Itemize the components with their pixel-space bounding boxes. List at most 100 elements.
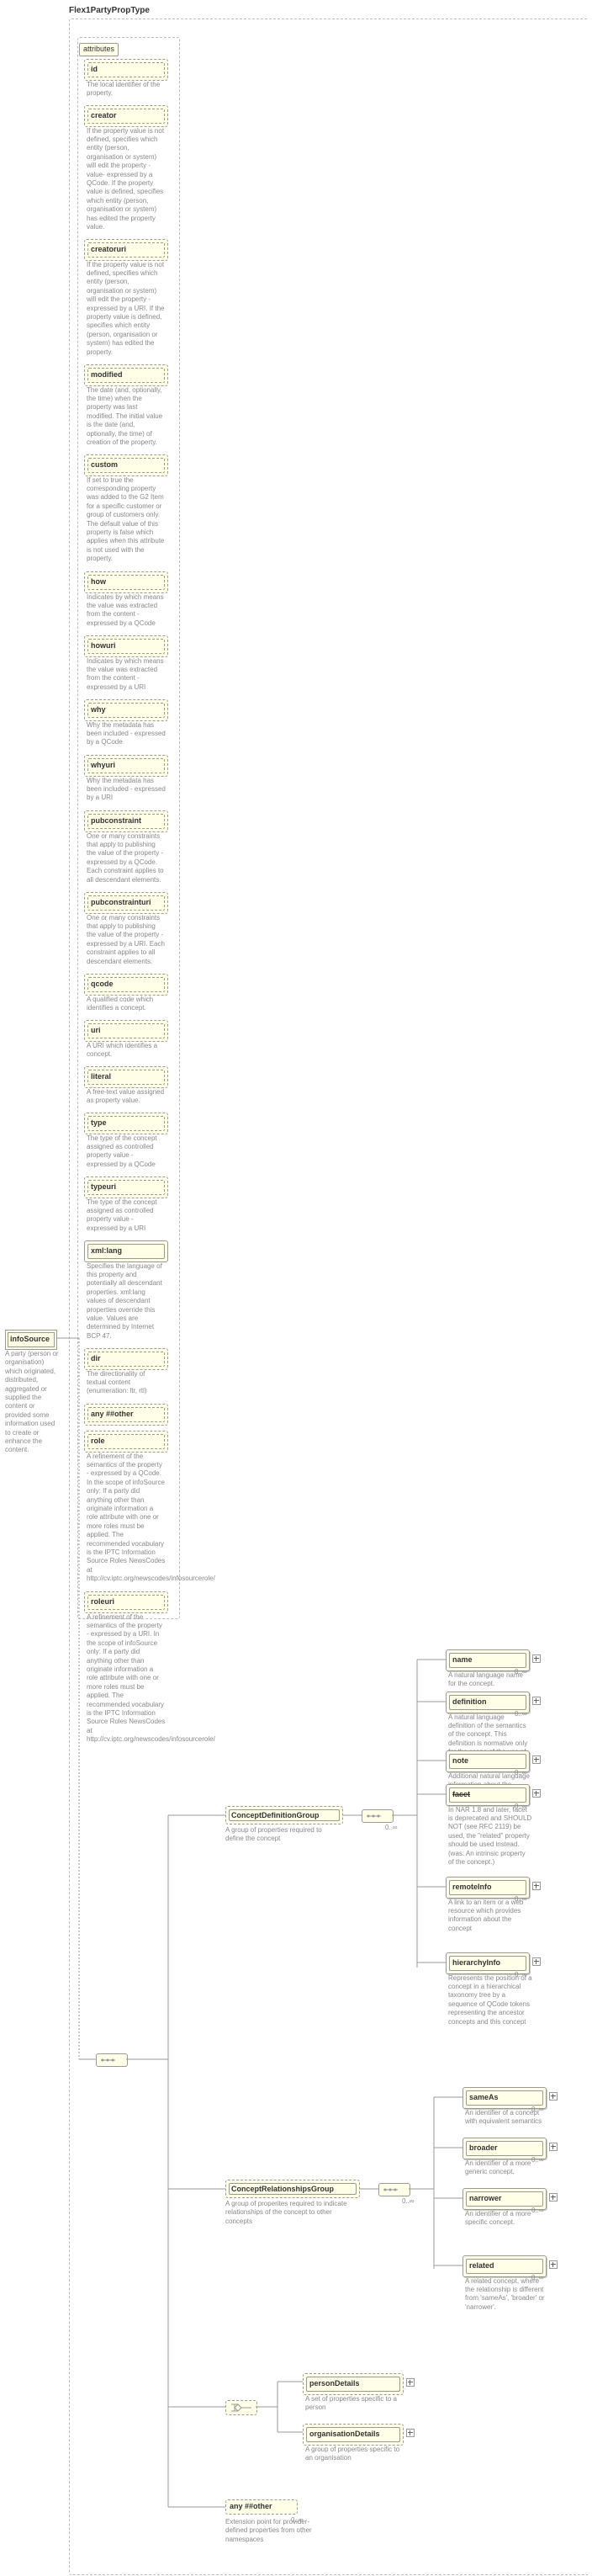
cdg-child-facet[interactable]: facetIn NAR 1.8 and later, facet is depr… bbox=[446, 1784, 530, 1869]
crg-child-related[interactable]: relatedA related concept, where the rela… bbox=[462, 2255, 547, 2314]
attr-desc: One or many constraints that apply to pu… bbox=[84, 914, 168, 969]
choice-persondetails[interactable]: personDetailsA set of properties specifi… bbox=[303, 2373, 404, 2414]
expand-icon[interactable] bbox=[549, 2143, 558, 2151]
cdg-child-remoteinfo[interactable]: remoteInfoA link to an item or a web res… bbox=[446, 1877, 530, 1936]
child-label: narrower bbox=[466, 2191, 543, 2207]
concept-relationships-group[interactable]: ConceptRelationshipsGroup bbox=[225, 2180, 360, 2198]
attr-any-other[interactable]: any ##other bbox=[84, 1404, 168, 1426]
attr-dir[interactable]: dirThe directionality of textual content… bbox=[84, 1348, 168, 1399]
any-other-desc: Extension point for provider-defined pro… bbox=[225, 2518, 318, 2544]
attributes-label: attributes bbox=[79, 43, 119, 56]
sequence-icon bbox=[378, 2183, 410, 2196]
expand-icon[interactable] bbox=[532, 1957, 541, 1966]
expand-icon[interactable] bbox=[406, 2429, 415, 2437]
attr-desc: A URI which identifies a concept. bbox=[84, 1042, 168, 1062]
attr-desc: The type of the concept assigned as cont… bbox=[84, 1134, 168, 1172]
attr-qcode[interactable]: qcodeA qualified code which identifies a… bbox=[84, 974, 168, 1015]
expand-icon[interactable] bbox=[532, 1654, 541, 1663]
expand-icon[interactable] bbox=[549, 2092, 558, 2101]
choice-desc: A group of properties specific to an org… bbox=[303, 2446, 409, 2466]
child-desc: Represents the position of a concept in … bbox=[446, 1974, 535, 2029]
attr-desc: A free-text value assigned as property v… bbox=[84, 1088, 168, 1108]
child-label: sameAs bbox=[466, 2090, 543, 2106]
cdg-label: ConceptDefinitionGroup bbox=[231, 1811, 320, 1821]
expand-icon[interactable] bbox=[406, 2378, 415, 2387]
attr-label: custom bbox=[87, 458, 165, 473]
attr-label: any ##other bbox=[87, 1407, 165, 1422]
attr-label: creatoruri bbox=[87, 242, 165, 258]
root-element[interactable]: infoSource bbox=[5, 1330, 57, 1350]
attr-literal[interactable]: literal A free-text value assigned as pro… bbox=[84, 1066, 168, 1107]
attr-roleuri[interactable]: roleuriA refinement of the semantics of … bbox=[84, 1591, 168, 1747]
type-title: Flex1PartyPropType bbox=[69, 5, 150, 16]
cardinality: 0..∞ bbox=[531, 2207, 544, 2215]
attr-xml-lang[interactable]: xml:lang Specifies the language of this p… bbox=[84, 1240, 168, 1343]
cdg-desc: A group of properties required to define… bbox=[225, 1826, 340, 1844]
cardinality: 0..∞ bbox=[385, 1824, 398, 1832]
expand-icon[interactable] bbox=[549, 2260, 558, 2269]
attr-label: xml:lang bbox=[87, 1244, 165, 1259]
choice-organisationdetails[interactable]: organisationDetailsA group of properties… bbox=[303, 2424, 404, 2465]
attr-desc: A qualified code which identifies a conc… bbox=[84, 996, 168, 1016]
attr-why[interactable]: why Why the metadata has been included - … bbox=[84, 699, 168, 750]
child-label: note bbox=[449, 1754, 526, 1769]
attr-desc: If the property value is not defined, sp… bbox=[84, 127, 168, 235]
cdg-child-hierarchyinfo[interactable]: hierarchyInfoRepresents the position of … bbox=[446, 1952, 530, 2029]
attr-typeuri[interactable]: typeuriThe type of the concept assigned … bbox=[84, 1176, 168, 1235]
attr-desc: Specifies the language of this property … bbox=[84, 1262, 168, 1344]
attr-label: literal bbox=[87, 1070, 165, 1085]
concept-definition-group[interactable]: ConceptDefinitionGroup bbox=[225, 1806, 343, 1824]
sequence-icon bbox=[96, 2053, 128, 2067]
attr-desc: A refinement of the semantics of the pro… bbox=[84, 1613, 168, 1747]
attr-label: dir bbox=[87, 1352, 165, 1367]
attr-howuri[interactable]: howuri Indicates by which means the value… bbox=[84, 635, 168, 694]
expand-icon[interactable] bbox=[532, 1755, 541, 1764]
attr-type[interactable]: type The type of the concept assigned as … bbox=[84, 1113, 168, 1171]
root-element-desc: A party (person or organisation) which o… bbox=[5, 1350, 62, 1455]
attr-label: pubconstrainturi bbox=[87, 895, 165, 911]
attr-label: howuri bbox=[87, 639, 165, 654]
cardinality: 0..∞ bbox=[515, 1803, 527, 1811]
attr-how[interactable]: how Indicates by which means the value wa… bbox=[84, 571, 168, 630]
cardinality: 0..∞ bbox=[515, 1971, 527, 1979]
crg-desc: A group of properites required to indica… bbox=[225, 2200, 357, 2226]
attr-desc: Why the metadata has been included - exp… bbox=[84, 721, 168, 750]
attr-desc: Why the metadata has been included - exp… bbox=[84, 777, 168, 805]
expand-icon[interactable] bbox=[532, 1789, 541, 1798]
attr-label: role bbox=[87, 1434, 165, 1449]
attr-uri[interactable]: uriA URI which identifies a concept. bbox=[84, 1020, 168, 1061]
attr-pubconstrainturi[interactable]: pubconstrainturi One or many constraints … bbox=[84, 892, 168, 969]
child-label: definition bbox=[449, 1695, 526, 1710]
attr-desc: Indicates by which means the value was e… bbox=[84, 593, 168, 631]
attr-label: why bbox=[87, 703, 165, 718]
crg-label: ConceptRelationshipsGroup bbox=[231, 2185, 334, 2195]
any-other-element[interactable]: any ##other bbox=[225, 2499, 298, 2515]
expand-icon[interactable] bbox=[532, 1882, 541, 1890]
attr-modified[interactable]: modified The date (and, optionally, the t… bbox=[84, 364, 168, 449]
child-label: broader bbox=[466, 2141, 543, 2156]
attr-pubconstraint[interactable]: pubconstraintOne or many constraints tha… bbox=[84, 810, 168, 887]
attr-desc: Indicates by which means the value was e… bbox=[84, 657, 168, 695]
choice-icon bbox=[225, 2400, 257, 2415]
attr-label: how bbox=[87, 575, 165, 590]
child-label: name bbox=[449, 1653, 526, 1668]
attr-desc: The type of the concept assigned as cont… bbox=[84, 1198, 168, 1236]
attr-creator[interactable]: creatorIf the property value is not defi… bbox=[84, 105, 168, 234]
attr-custom[interactable]: customIf set to true the corresponding p… bbox=[84, 454, 168, 566]
attr-label: pubconstraint bbox=[87, 814, 165, 829]
attr-desc: The date (and, optionally, the time) whe… bbox=[84, 386, 168, 450]
cardinality: 0..∞ bbox=[531, 2156, 544, 2164]
child-label: related bbox=[466, 2259, 543, 2274]
attr-role[interactable]: roleA refinement of the semantics of the… bbox=[84, 1431, 168, 1586]
attr-label: type bbox=[87, 1116, 165, 1131]
any-other-label: any ##other bbox=[230, 2502, 272, 2512]
expand-icon[interactable] bbox=[549, 2193, 558, 2202]
attr-label: modified bbox=[87, 368, 165, 383]
attr-id[interactable]: idThe local identifier of the property. bbox=[84, 59, 168, 100]
attr-label: whyuri bbox=[87, 758, 165, 773]
expand-icon[interactable] bbox=[532, 1697, 541, 1705]
choice-desc: A set of properties specific to a person bbox=[303, 2395, 409, 2415]
attr-whyuri[interactable]: whyuri Why the metadata has been included… bbox=[84, 755, 168, 805]
child-label: remoteInfo bbox=[449, 1880, 526, 1895]
attr-creatoruri[interactable]: creatoruriIf the property value is not d… bbox=[84, 239, 168, 359]
